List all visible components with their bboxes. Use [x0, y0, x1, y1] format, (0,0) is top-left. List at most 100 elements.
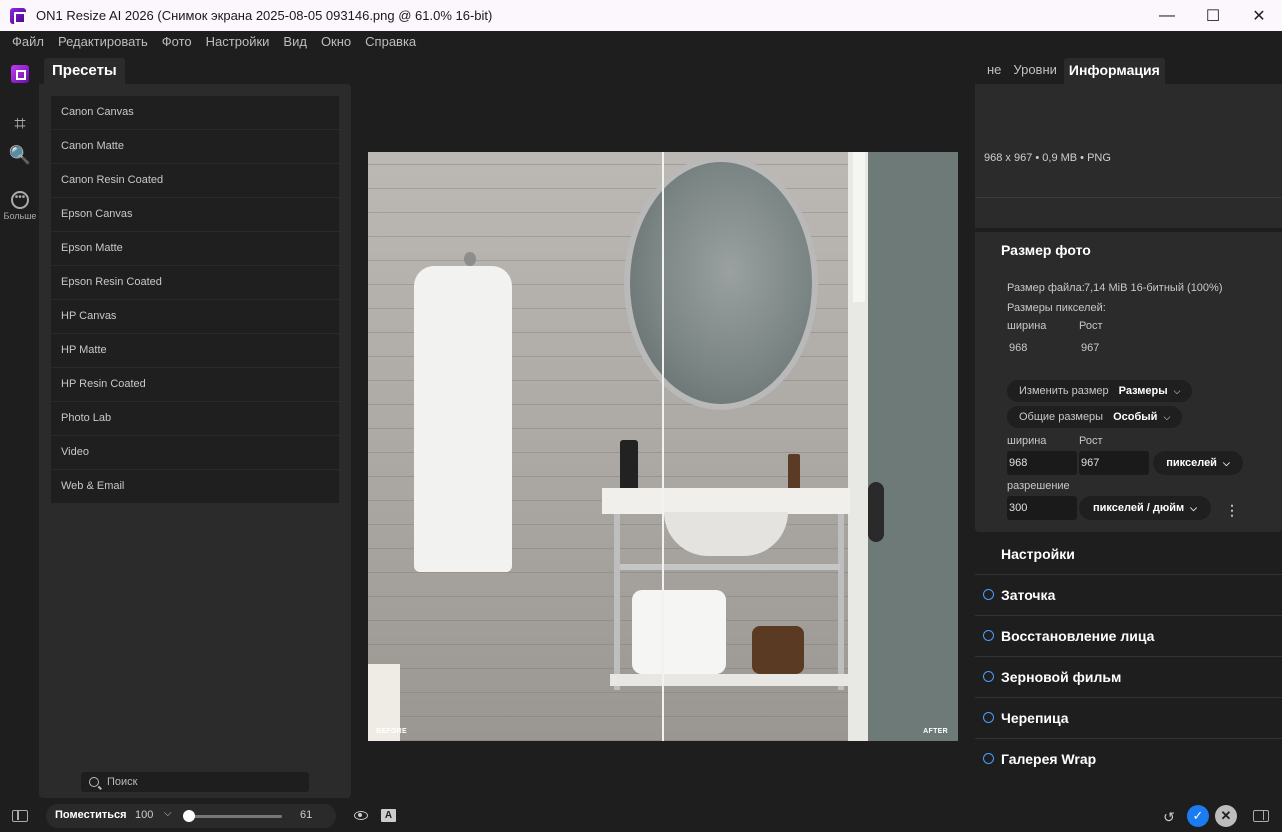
tab-presets[interactable]: Пресеты — [44, 58, 125, 84]
edit-width-label: ширина — [1007, 435, 1047, 447]
size-units-dropdown[interactable]: пикселей ⌵ — [1153, 451, 1243, 475]
zoom-slider-value: 61 — [300, 809, 313, 821]
menu-photo[interactable]: Фото — [162, 34, 192, 49]
reset-icon[interactable]: ↺ — [1161, 809, 1177, 825]
cancel-button[interactable]: ✕ — [1215, 805, 1237, 827]
preview-eye-icon[interactable] — [354, 811, 368, 820]
width-input[interactable]: 968 — [1007, 451, 1077, 475]
pixel-dims-label: Размеры пикселей: — [1007, 302, 1106, 314]
toggle-ring-icon[interactable] — [983, 712, 994, 723]
settings-item-film-grain[interactable]: Зерновой фильм — [975, 656, 1282, 696]
common-sizes-label: Общие размеры — [1019, 411, 1104, 423]
preset-item[interactable]: Photo Lab — [51, 402, 339, 435]
photo-leg-right — [838, 514, 844, 690]
zoom-slider-handle[interactable] — [183, 810, 195, 822]
settings-item-label: Черепица — [1001, 709, 1069, 726]
more-options-icon[interactable]: ⋮ — [1225, 502, 1239, 519]
chevron-down-icon: ⌵ — [1173, 385, 1181, 396]
app-logo-icon — [10, 7, 26, 24]
toggle-ring-icon[interactable] — [983, 671, 994, 682]
toggle-ring-icon[interactable] — [983, 753, 994, 764]
photo-towel-hook — [464, 252, 476, 266]
minimize-button[interactable]: — — [1144, 0, 1190, 31]
window-title: ON1 Resize AI 2026 (Снимок экрана 2025-0… — [36, 8, 493, 23]
menu-window[interactable]: Окно — [321, 34, 351, 49]
chevron-down-icon: ⌵ — [1190, 502, 1197, 513]
crop-icon: ⌗ — [14, 113, 26, 135]
photo-door — [868, 152, 958, 741]
toggle-ring-icon[interactable] — [983, 630, 994, 641]
ai-toggle-icon[interactable]: A — [381, 809, 396, 822]
info-summary: 968 x 967 • 0,9 MB • PNG — [984, 152, 1111, 164]
menu-view[interactable]: Вид — [283, 34, 307, 49]
photo-small-bottle — [788, 454, 800, 490]
settings-item-sharpening[interactable]: Заточка — [975, 574, 1282, 614]
settings-item-tiling[interactable]: Черепица — [975, 697, 1282, 737]
before-after-split-handle[interactable] — [662, 152, 664, 741]
maximize-button[interactable]: ☐ — [1190, 0, 1236, 31]
preset-item[interactable]: Epson Resin Coated — [51, 266, 339, 299]
tab-levels[interactable]: Уровни — [1008, 58, 1061, 84]
preset-list: Canon Canvas Canon Matte Canon Resin Coa… — [51, 96, 339, 504]
settings-item-face-recovery[interactable]: Восстановление лица — [975, 615, 1282, 655]
fit-button[interactable]: Поместиться — [55, 809, 127, 821]
zoom-value[interactable]: 100 — [135, 809, 153, 821]
preset-item[interactable]: Epson Canvas — [51, 198, 339, 231]
edit-height-label: Рост — [1079, 435, 1103, 447]
image-preview[interactable]: BEFORE AFTER — [368, 152, 958, 741]
settings-heading[interactable]: Настройки — [1001, 546, 1075, 562]
preset-item[interactable]: Canon Canvas — [51, 96, 339, 129]
resize-tool[interactable] — [0, 65, 40, 86]
more-tool[interactable]: ••• Больше — [0, 189, 40, 221]
resize-mode-dropdown[interactable]: Изменить размер Размеры ⌵ — [1007, 380, 1193, 402]
resolution-units-dropdown[interactable]: пикселей / дюйм ⌵ — [1079, 496, 1211, 520]
zoom-slider-track[interactable] — [188, 815, 282, 818]
preset-item[interactable]: HP Resin Coated — [51, 368, 339, 401]
left-panel-toggle-icon[interactable] — [12, 810, 28, 822]
left-toolbar: ⌗ 🔍 ••• Больше — [0, 51, 40, 801]
preset-item[interactable]: HP Matte — [51, 334, 339, 367]
photo-window-light — [853, 152, 865, 302]
tab-info[interactable]: Информация — [1063, 58, 1165, 84]
preset-item[interactable]: Canon Resin Coated — [51, 164, 339, 197]
resize-mode-label: Изменить размер — [1019, 385, 1109, 397]
presets-panel: Canon Canvas Canon Matte Canon Resin Coa… — [39, 84, 351, 798]
preset-item[interactable]: Web & Email — [51, 470, 339, 503]
photo-towel — [414, 266, 512, 572]
window-controls: — ☐ ✕ — [1144, 0, 1282, 31]
preset-item[interactable]: Video — [51, 436, 339, 469]
height-label: Рост — [1079, 320, 1103, 332]
width-label: ширина — [1007, 320, 1047, 332]
photo-rail — [620, 564, 840, 570]
common-sizes-dropdown[interactable]: Общие размеры Особый ⌵ — [1007, 406, 1183, 428]
right-panel-toggle-icon[interactable] — [1253, 810, 1269, 822]
menu-file[interactable]: Файл — [12, 34, 44, 49]
resolution-input[interactable]: 300 — [1007, 496, 1077, 520]
toggle-ring-icon[interactable] — [983, 589, 994, 600]
menu-settings[interactable]: Настройки — [206, 34, 270, 49]
preset-item[interactable]: Epson Matte — [51, 232, 339, 265]
preset-item[interactable]: Canon Matte — [51, 130, 339, 163]
settings-item-label: Восстановление лица — [1001, 627, 1155, 644]
photo-sink-counter — [602, 488, 850, 514]
common-sizes-value: Особый — [1113, 411, 1158, 423]
apply-button[interactable]: ✓ — [1187, 805, 1209, 827]
zoom-hand-tool[interactable]: 🔍 — [0, 145, 40, 166]
zoom-hand-icon: 🔍 — [8, 145, 32, 165]
height-input[interactable]: 967 — [1079, 451, 1149, 475]
menu-bar: Файл Редактировать Фото Настройки Вид Ок… — [0, 31, 1282, 51]
menu-edit[interactable]: Редактировать — [58, 34, 148, 49]
preset-search-input[interactable]: Поиск — [81, 772, 309, 792]
settings-item-gallery-wrap[interactable]: Галерея Wrap — [975, 738, 1282, 778]
preset-item[interactable]: HP Canvas — [51, 300, 339, 333]
crop-tool[interactable]: ⌗ — [0, 113, 40, 136]
close-window-button[interactable]: ✕ — [1236, 0, 1282, 31]
menu-help[interactable]: Справка — [365, 34, 416, 49]
width-value: 968 — [1009, 342, 1028, 354]
settings-item-label: Заточка — [1001, 586, 1056, 603]
photo-size-heading[interactable]: Размер фото — [1001, 242, 1091, 258]
chevron-down-icon[interactable]: ⌵ — [164, 808, 172, 819]
search-placeholder: Поиск — [107, 776, 138, 788]
tab-navigator[interactable]: не — [982, 58, 1006, 84]
resize-icon — [11, 65, 29, 83]
